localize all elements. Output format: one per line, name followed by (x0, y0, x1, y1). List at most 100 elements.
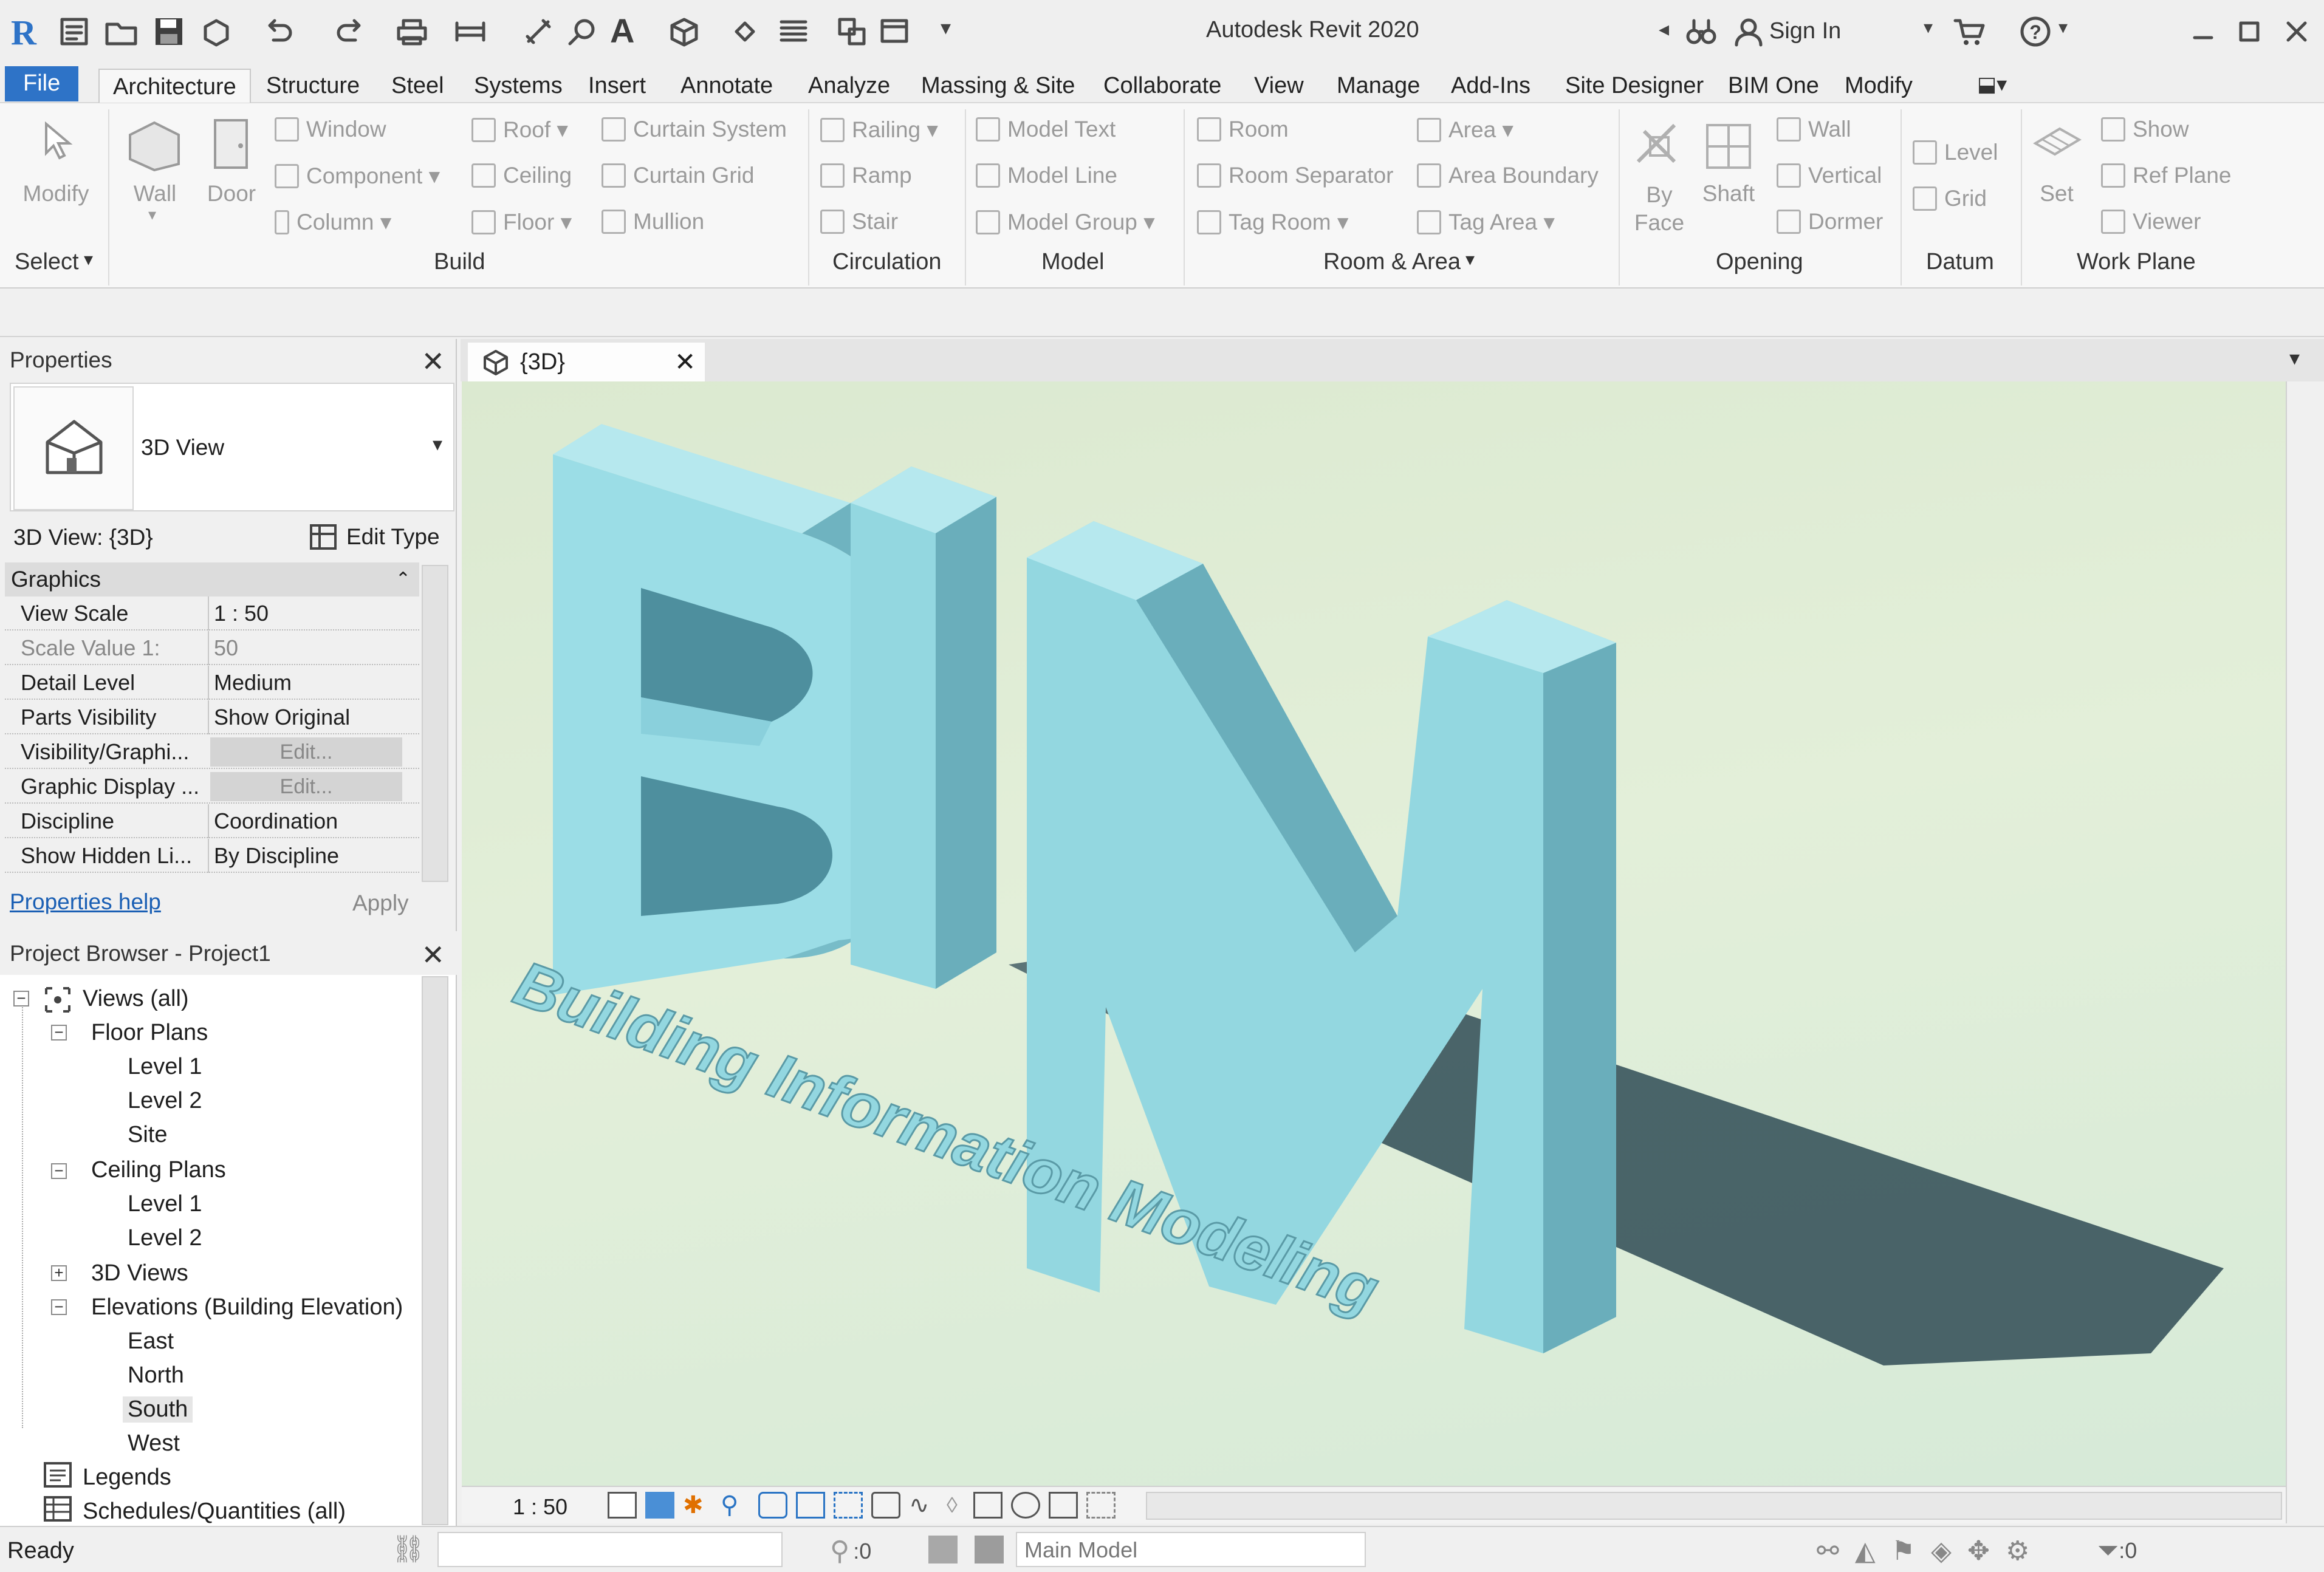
tree-elevation-south[interactable]: South (123, 1396, 193, 1423)
tab-analyze[interactable]: Analyze (800, 69, 899, 103)
switch-windows-icon[interactable] (877, 13, 914, 50)
show-work-plane-button[interactable]: Show (2101, 117, 2189, 142)
close-hidden-windows-icon[interactable] (834, 13, 870, 50)
grid-button[interactable]: Grid (1913, 186, 1987, 211)
graphics-section-header[interactable]: Graphics ⌃ (5, 562, 419, 596)
column-button[interactable]: Column ▾ (275, 209, 391, 235)
floor-button[interactable]: Floor ▾ (471, 209, 572, 235)
browser-scrollbar[interactable] (422, 976, 448, 1525)
tree-ceiling-level-1[interactable]: Level 1 (128, 1191, 202, 1217)
close-properties-icon[interactable]: ✕ (421, 345, 445, 378)
show-rendering-icon[interactable] (758, 1492, 787, 1519)
viewer-button[interactable]: Viewer (2101, 209, 2201, 234)
sun-path-icon[interactable]: ✱ (683, 1492, 712, 1519)
default-3d-view-icon[interactable] (666, 13, 702, 50)
tab-modify[interactable]: Modify (1836, 69, 1921, 103)
close-view-tab-icon[interactable]: ✕ (674, 343, 696, 381)
curtain-system-button[interactable]: Curtain System (602, 117, 787, 142)
by-face-button[interactable]: By Face (1632, 181, 1687, 237)
status-input[interactable] (437, 1532, 783, 1567)
area-boundary-button[interactable]: Area Boundary (1417, 163, 1599, 188)
filter-count[interactable]: ⏷:0 (2097, 1536, 2137, 1566)
reveal-constraints-icon[interactable] (1086, 1492, 1116, 1519)
stair-button[interactable]: Stair (820, 209, 898, 234)
save-icon[interactable] (151, 13, 187, 50)
edit-type-button[interactable]: Edit Type (309, 519, 440, 555)
thin-lines-icon[interactable] (775, 13, 812, 50)
collapse-elevations-icon[interactable]: − (51, 1299, 67, 1315)
detail-level-icon[interactable] (608, 1492, 637, 1519)
select-pinned-icon[interactable]: ⚑ (1891, 1536, 1915, 1567)
property-value[interactable]: Coordination (208, 804, 402, 838)
property-value[interactable]: Medium (208, 666, 402, 700)
drag-elements-icon[interactable]: ✥ (1967, 1536, 1990, 1567)
close-window-icon[interactable] (2278, 13, 2315, 50)
property-edit-button[interactable]: Edit... (210, 737, 402, 767)
reveal-hidden-icon[interactable]: ◊ (947, 1492, 965, 1519)
tag-room-button[interactable]: Tag Room ▾ (1197, 209, 1349, 235)
tree-floor-plans[interactable]: Floor Plans (91, 1020, 208, 1046)
worksharing-icon[interactable] (973, 1492, 1003, 1519)
by-face-icon[interactable] (1632, 119, 1687, 174)
tab-systems[interactable]: Systems (465, 69, 571, 103)
ramp-button[interactable]: Ramp (820, 163, 912, 188)
door-button[interactable]: Door (204, 181, 259, 207)
dormer-button[interactable]: Dormer (1777, 209, 1883, 234)
tab-site-designer[interactable]: Site Designer (1557, 69, 1712, 103)
ref-plane-button[interactable]: Ref Plane (2101, 163, 2232, 188)
tree-elevation-east[interactable]: East (128, 1328, 174, 1355)
tree-elevation-west[interactable]: West (128, 1430, 180, 1457)
section-icon[interactable] (727, 13, 763, 50)
cart-icon[interactable] (1952, 13, 1988, 50)
measure-icon[interactable] (452, 13, 488, 50)
shadows-icon[interactable]: ⚲ (721, 1492, 750, 1519)
type-selector[interactable]: 3D View ▾ (10, 383, 454, 511)
tab-massing-site[interactable]: Massing & Site (913, 69, 1083, 103)
room-button[interactable]: Room (1197, 117, 1289, 142)
tab-manage[interactable]: Manage (1328, 69, 1428, 103)
wall-button[interactable]: Wall (128, 181, 182, 207)
tree-floor-level-2[interactable]: Level 2 (128, 1088, 202, 1114)
help-dropdown-icon[interactable]: ▾ (2058, 17, 2068, 38)
set-work-plane-icon[interactable] (2029, 119, 2084, 174)
text-tool-icon[interactable]: A (610, 11, 634, 50)
window-button[interactable]: Window (275, 117, 386, 142)
canvas-scrollbar[interactable] (2286, 381, 2324, 1523)
select-links-icon[interactable]: ⚯ (1817, 1536, 1839, 1567)
modify-cursor-icon[interactable] (40, 121, 74, 160)
minimize-icon[interactable] (2185, 13, 2221, 50)
analytical-model-icon[interactable] (1011, 1492, 1040, 1519)
component-button[interactable]: Component ▾ (275, 163, 440, 189)
tree-elevation-north[interactable]: North (128, 1362, 184, 1389)
crop-view-icon[interactable] (796, 1492, 825, 1519)
room-area-dropdown-icon[interactable]: ▾ (1465, 249, 1475, 270)
railing-button[interactable]: Railing ▾ (820, 117, 938, 143)
select-panel-label[interactable]: Select (15, 249, 79, 275)
visual-style-icon[interactable] (645, 1492, 674, 1519)
set-work-plane-button[interactable]: Set (2029, 181, 2084, 207)
model-line-button[interactable]: Model Line (976, 163, 1117, 188)
properties-help-link[interactable]: Properties help (10, 889, 161, 915)
tree-ceiling-level-2[interactable]: Level 2 (128, 1225, 202, 1251)
dimension-icon[interactable] (520, 13, 557, 50)
collapse-icon[interactable]: ⌃ (396, 562, 411, 596)
background-processes-icon[interactable]: ⚙ (2006, 1536, 2029, 1567)
view-scale[interactable]: 1 : 50 (513, 1494, 567, 1520)
apply-button[interactable]: Apply (352, 890, 409, 916)
curtain-grid-button[interactable]: Curtain Grid (602, 163, 754, 188)
revit-logo-icon[interactable]: R (11, 12, 47, 52)
ceiling-button[interactable]: Ceiling (471, 163, 572, 188)
tab-file[interactable]: File (5, 66, 79, 101)
tab-bim-one[interactable]: BIM One (1719, 69, 1828, 103)
tree-schedules[interactable]: Schedules/Quantities (all) (83, 1499, 346, 1525)
tab-view[interactable]: View (1246, 69, 1312, 103)
temporary-hide-icon[interactable]: ∿ (909, 1492, 938, 1519)
instance-filter[interactable]: 3D View: {3D} (13, 525, 153, 550)
highlight-displacement-icon[interactable] (1049, 1492, 1078, 1519)
area-button[interactable]: Area ▾ (1417, 117, 1513, 143)
tree-ceiling-plans[interactable]: Ceiling Plans (91, 1157, 226, 1183)
tab-architecture[interactable]: Architecture (98, 69, 251, 103)
room-area-panel-label[interactable]: Room & Area (1323, 249, 1461, 275)
tree-views-all[interactable]: Views (all) (83, 986, 189, 1012)
type-dropdown-icon[interactable]: ▾ (433, 432, 442, 456)
